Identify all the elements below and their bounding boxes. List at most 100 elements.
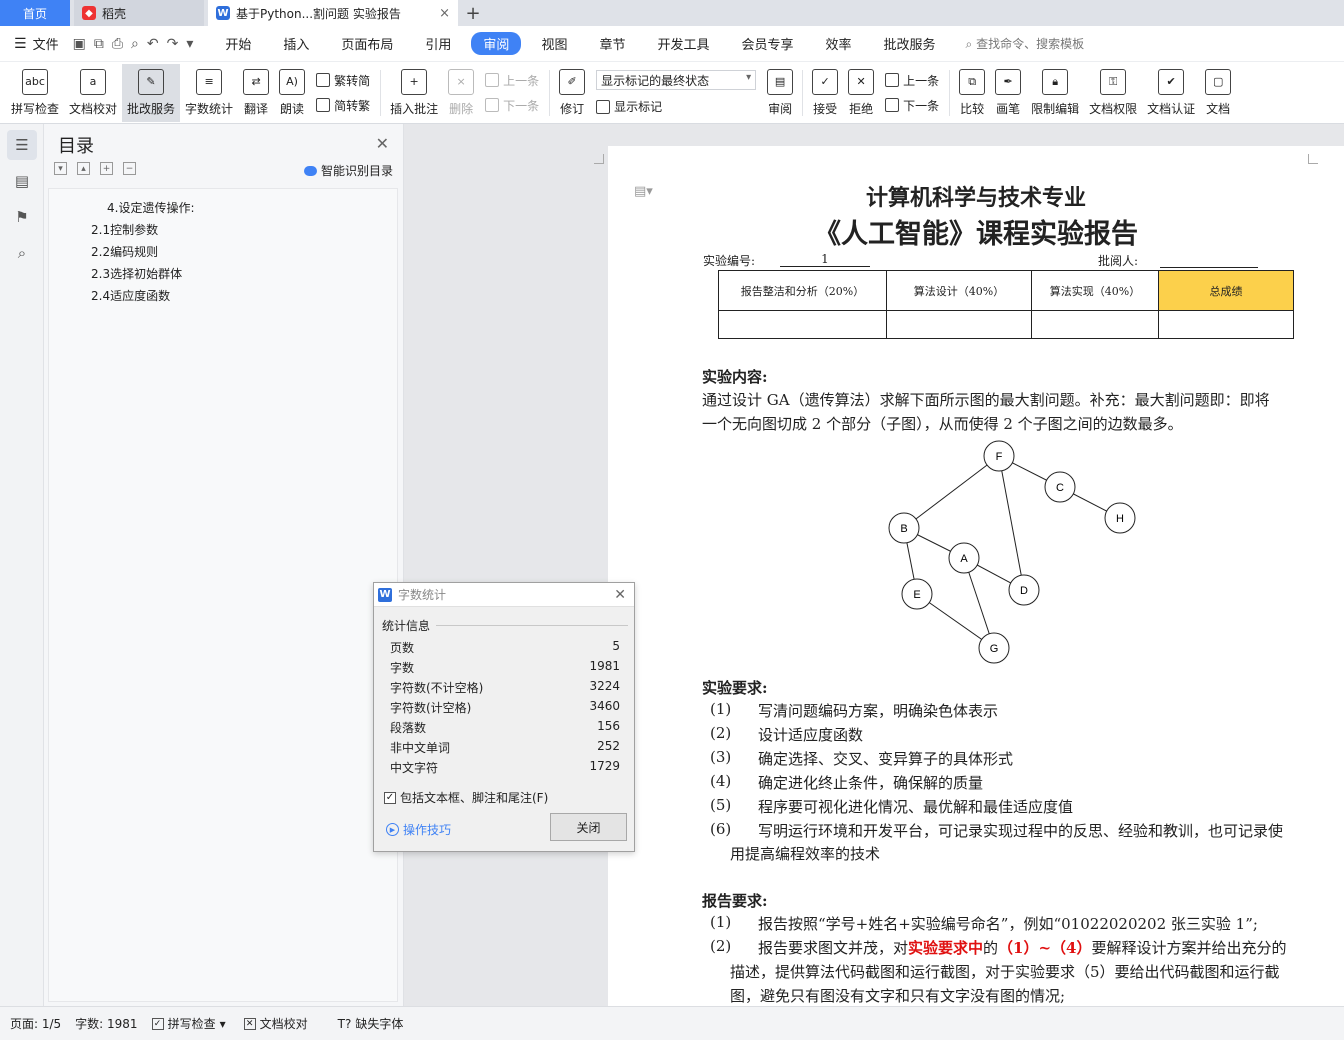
export-icon[interactable]: ⧉ (94, 36, 104, 52)
menu-item[interactable]: 视图 (529, 32, 579, 55)
undo-icon[interactable]: ↶ (147, 36, 159, 52)
menu-item[interactable]: 会员专享 (729, 32, 805, 55)
toc-item[interactable]: 4.设定遗传操作: (107, 199, 195, 216)
stat-row: 字数 1981 (390, 659, 620, 676)
next-comment-button[interactable]: 下一条 (485, 97, 539, 114)
bookmark-icon[interactable]: ⚑ (7, 202, 37, 232)
include-textbox-checkbox[interactable]: ✓ 包括文本框、脚注和尾注(F) (384, 789, 548, 806)
menu-item[interactable]: 开始 (213, 32, 263, 55)
spellcheck-button[interactable]: abc 拼写检查 (6, 64, 64, 122)
tab-daoke[interactable]: ◆ 稻壳 (74, 0, 204, 26)
document-page[interactable]: ▤▾ 计算机科学与技术专业 《人工智能》课程实验报告 实验编号: 1 批阅人: … (594, 146, 1344, 1006)
close-icon[interactable]: ✕ (614, 587, 626, 603)
word-count-button[interactable]: ≡ 字数统计 (180, 64, 238, 122)
grade-cell[interactable] (886, 310, 1032, 339)
menu-item[interactable]: 引用 (413, 32, 463, 55)
read-aloud-button[interactable]: A) 朗读 (274, 64, 310, 122)
restrict-edit-button[interactable]: 🔒︎ 限制编辑 (1026, 64, 1084, 122)
toc-item[interactable]: 2.4适应度函数 (91, 287, 170, 304)
doc-more-icon: ▢ (1205, 68, 1232, 95)
menu-item[interactable]: 插入 (271, 32, 321, 55)
grade-cell[interactable] (718, 310, 887, 339)
stat-label: 字符数(计空格) (390, 701, 472, 715)
menu-item[interactable]: 章节 (587, 32, 637, 55)
status-proof[interactable]: ✕ 文档校对 (243, 1015, 308, 1032)
add-level-icon[interactable]: + (100, 162, 113, 175)
doc-cert-button[interactable]: ✔ 文档认证 (1142, 64, 1200, 122)
toc-icon[interactable]: ☰ (7, 130, 37, 160)
menu-item[interactable]: 效率 (814, 32, 864, 55)
expand-down-icon[interactable]: ▾ (54, 162, 67, 175)
menu-item[interactable]: 页面布局 (329, 32, 405, 55)
requirement-num: (4) (710, 772, 732, 790)
word-count-indicator[interactable]: 字数: 1981 (75, 1015, 137, 1032)
command-search[interactable]: ⌕ 查找命令、搜索模板 (966, 35, 1085, 52)
status-spellcheck[interactable]: ✓ 拼写检查 ▾ (151, 1015, 226, 1032)
accept-icon: ✓ (812, 68, 839, 95)
markup-state-select[interactable]: 显示标记的最终状态 (596, 70, 757, 90)
prev-revision-button[interactable]: 上一条 (885, 72, 939, 89)
revise-button[interactable]: ✐ 修订 (554, 64, 590, 122)
tab-document-label: 基于Python...割问题 实验报告 (236, 6, 401, 21)
accept-button[interactable]: ✓ 接受 (807, 64, 843, 122)
simp-to-trad-button[interactable]: 简转繁 (316, 97, 370, 114)
smart-toc-label: 智能识别目录 (320, 164, 393, 178)
tab-close-icon[interactable]: × (439, 6, 450, 21)
new-tab-button[interactable]: + (458, 0, 488, 26)
chapter-icon[interactable]: ▤ (7, 166, 37, 196)
menu-item[interactable]: 批改服务 (872, 32, 948, 55)
doc-title-major: 计算机科学与技术专业 (865, 185, 1086, 211)
show-markup-button[interactable]: 显示标记 (596, 98, 756, 115)
next-revision-button[interactable]: 下一条 (885, 97, 939, 114)
review-pane-button[interactable]: ▤ 审阅 (762, 64, 798, 122)
toc-item[interactable]: 2.2编码规则 (91, 243, 158, 260)
ribbon-divider (802, 69, 804, 116)
toc-item[interactable]: 2.1控制参数 (91, 221, 158, 238)
menu-item[interactable]: 开发工具 (645, 32, 721, 55)
insert-comment-button[interactable]: + 插入批注 (385, 64, 443, 122)
grade-cell[interactable] (1158, 310, 1294, 339)
pen-button[interactable]: ✒ 画笔 (990, 64, 1026, 122)
proof-icon: a (80, 68, 107, 95)
dialog-titlebar[interactable]: W 字数统计 ✕ (374, 583, 634, 607)
graph-edge (998, 455, 1025, 591)
review-service-button[interactable]: ✎ 批改服务 (122, 63, 181, 122)
toc-item[interactable]: 2.3选择初始群体 (91, 265, 182, 282)
compare-button[interactable]: ⧉ 比较 (954, 64, 990, 122)
remove-level-icon[interactable]: − (123, 162, 136, 175)
chevron-down-icon[interactable]: ▾ (186, 36, 193, 52)
report-item-line: 描述，提供算法代码截图和运行截图，对于实验要求（5）要给出代码截图和运行截 (730, 963, 1280, 981)
translate-button[interactable]: ⇄ 翻译 (238, 64, 274, 122)
page-indicator[interactable]: 页面: 1/5 (10, 1015, 61, 1032)
graph-node-label: A (960, 553, 968, 565)
requirements-heading: 实验要求: (702, 679, 768, 697)
tab-home[interactable]: 首页 (0, 0, 70, 26)
close-button[interactable]: 关闭 (550, 813, 627, 841)
crop-mark (594, 154, 604, 164)
tab-document[interactable]: W 基于Python...割问题 实验报告 × (208, 0, 458, 26)
menu-item[interactable]: 审阅 (471, 32, 522, 55)
doc-proof-button[interactable]: a 文档校对 (64, 64, 122, 122)
graph-node-label: D (1020, 585, 1028, 597)
status-missing-font[interactable]: T? 缺失字体 (338, 1015, 404, 1032)
redo-icon[interactable]: ↷ (167, 36, 179, 52)
search-icon[interactable]: ⌕ (7, 238, 37, 268)
graph-node-label: F (996, 451, 1003, 463)
print-icon[interactable]: ⎙ (112, 36, 123, 52)
collapse-up-icon[interactable]: ▴ (77, 162, 90, 175)
tips-link[interactable]: ▶ 操作技巧 (386, 821, 451, 838)
trad-to-simp-button[interactable]: 繁转简 (316, 72, 370, 89)
tab-bar: 首页 ◆ 稻壳 W 基于Python...割问题 实验报告 × + (0, 0, 1344, 26)
close-icon[interactable]: ✕ (376, 134, 389, 153)
smart-toc-button[interactable]: 智能识别目录 (303, 162, 393, 179)
doc-rights-button[interactable]: ⚿ 文档权限 (1084, 64, 1142, 122)
save-icon[interactable]: ▣ (73, 36, 86, 52)
doc-more-button[interactable]: ▢ 文档 (1200, 64, 1236, 122)
delete-comment-button[interactable]: × 删除 (443, 64, 479, 122)
file-menu[interactable]: ☰ 文件 (14, 34, 59, 54)
reject-button[interactable]: ✕ 拒绝 (843, 64, 879, 122)
prev-comment-button[interactable]: 上一条 (485, 72, 539, 89)
doc-title-course: 《人工智能》课程实验报告 (814, 219, 1138, 250)
preview-icon[interactable]: ⌕ (131, 36, 139, 52)
grade-cell[interactable] (1031, 310, 1159, 339)
